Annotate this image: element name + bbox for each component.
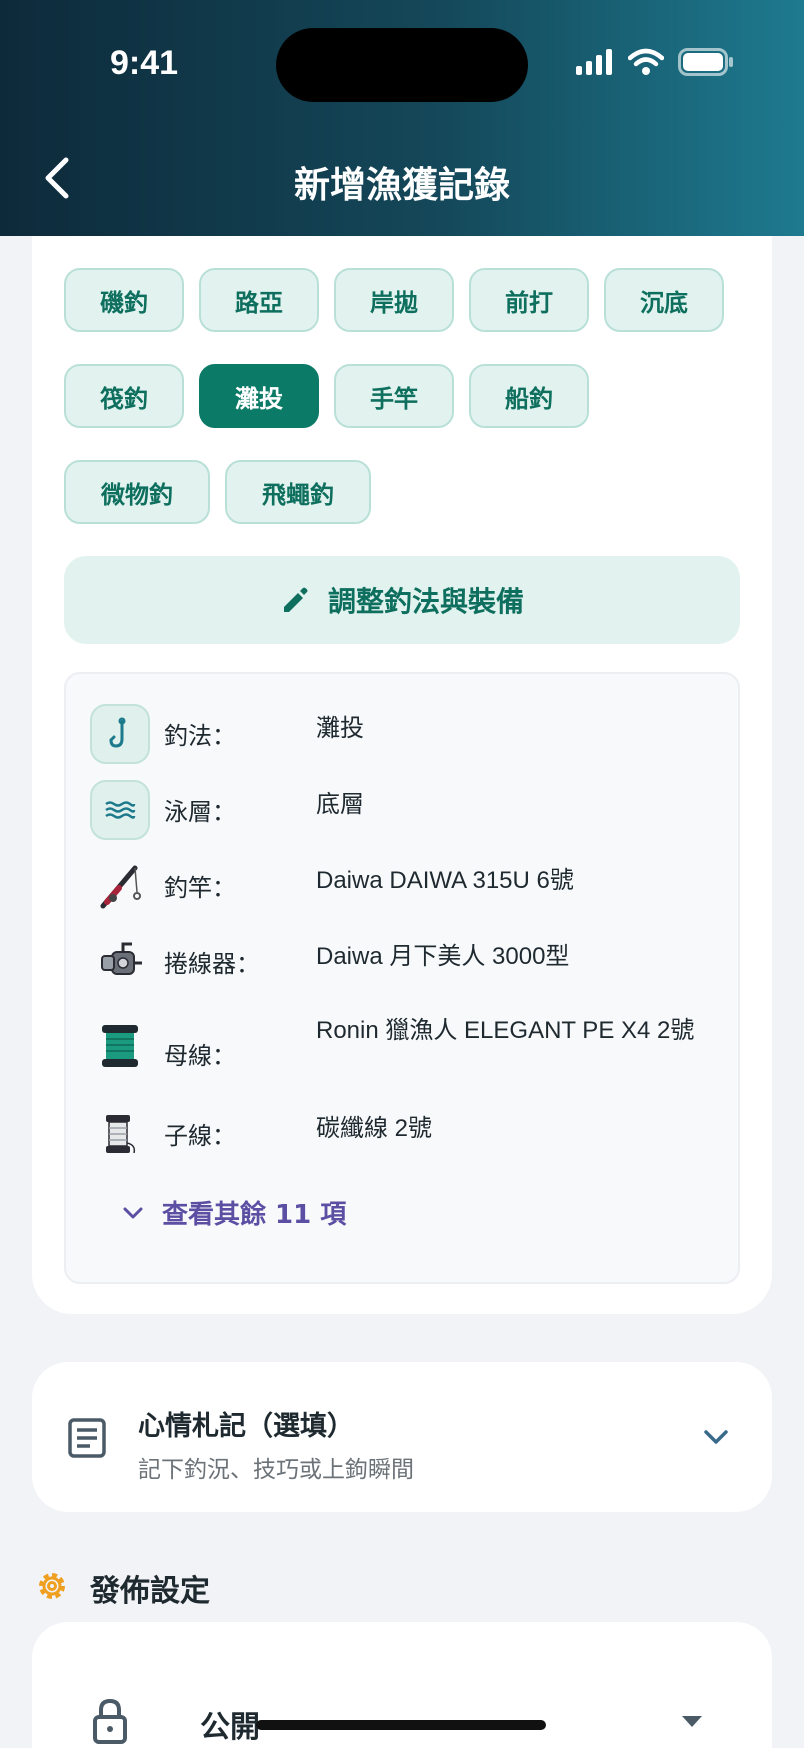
gear-row-leader: 子線： 碳纖線 2號	[66, 1104, 742, 1164]
main-line-spool-icon	[90, 1016, 150, 1076]
gear-label-reel: 捲線器：	[164, 950, 260, 978]
method-chip-micro[interactable]: 微物釣	[64, 460, 210, 524]
visibility-value: 公開	[200, 1710, 260, 1745]
gear-row-reel: 捲線器： Daiwa 月下美人 3000型	[66, 932, 742, 992]
gear-label-main-line: 母線：	[164, 1042, 236, 1070]
gear-value-main-line: Ronin 獵漁人 ELEGANT PE X4 2號	[316, 1017, 695, 1044]
pencil-icon	[283, 587, 308, 612]
reel-icon	[90, 932, 150, 992]
gear-label-layer: 泳層：	[164, 798, 236, 826]
signal-icon	[576, 49, 612, 75]
leader-spool-icon	[90, 1104, 150, 1164]
dropdown-caret-icon[interactable]	[680, 1714, 704, 1728]
fishing-rod-icon	[90, 856, 150, 916]
dynamic-island	[276, 28, 528, 102]
gear-summary-panel: 釣法： 灘投 泳層： 底層 釣竿： Daiwa DAIWA 315U 6號 捲線…	[64, 672, 740, 1284]
status-icons	[576, 48, 734, 76]
method-chip-fly[interactable]: 飛蠅釣	[225, 460, 371, 524]
gear-row-main-line: 母線： Ronin 獵漁人 ELEGANT PE X4 2號	[66, 1008, 742, 1088]
gear-label-rod: 釣竿：	[164, 874, 236, 902]
gear-value-layer: 底層	[316, 791, 364, 818]
publish-section-title: 發佈設定	[90, 1574, 210, 1609]
status-time: 9:41	[110, 44, 179, 82]
lock-icon	[93, 1698, 127, 1744]
method-chip-bottom[interactable]: 沉底	[604, 268, 724, 332]
note-document-icon	[68, 1418, 106, 1458]
adjust-method-gear-button[interactable]: 調整釣法與裝備	[64, 556, 740, 644]
gear-row-rod: 釣竿： Daiwa DAIWA 315U 6號	[66, 856, 742, 916]
method-chip-lure[interactable]: 路亞	[199, 268, 319, 332]
gear-row-layer: 泳層： 底層	[66, 780, 742, 840]
battery-icon	[678, 48, 733, 76]
gear-value-rod: Daiwa DAIWA 315U 6號	[316, 867, 574, 894]
gear-settings-icon	[39, 1573, 65, 1599]
gear-value-reel: Daiwa 月下美人 3000型	[316, 943, 570, 970]
notes-title: 心情札記（選填）	[138, 1411, 354, 1442]
chevron-down-icon	[123, 1207, 143, 1218]
method-chip-hand-pole[interactable]: 手竿	[334, 364, 454, 428]
method-chip-iso[interactable]: 磯釣	[64, 268, 184, 332]
method-chip-maeuchi[interactable]: 前打	[469, 268, 589, 332]
gear-value-method: 灘投	[316, 715, 364, 742]
method-chip-boat[interactable]: 船釣	[469, 364, 589, 428]
method-chip-surf-cast[interactable]: 灘投	[199, 364, 319, 428]
gear-value-leader: 碳纖線 2號	[316, 1115, 433, 1142]
method-gear-card: 磯釣 路亞 岸拋 前打 沉底 筏釣 灘投 手竿 船釣 微物釣 飛蠅釣 調整釣法與…	[32, 236, 772, 1314]
gear-label-method: 釣法：	[164, 722, 236, 750]
page-title: 新增漁獲記錄	[293, 165, 510, 206]
gear-label-leader: 子線：	[164, 1122, 236, 1150]
show-more-button[interactable]: 查看其餘 11 項	[122, 1194, 346, 1231]
home-indicator	[256, 1720, 546, 1730]
gear-row-method: 釣法： 灘投	[66, 704, 742, 764]
notes-card[interactable]: 心情札記（選填） 記下釣況、技巧或上鉤瞬間	[32, 1362, 772, 1512]
app-header: 9:41 新增漁獲記錄	[0, 0, 804, 236]
method-chip-shore-cast[interactable]: 岸拋	[334, 268, 454, 332]
notes-subtitle: 記下釣況、技巧或上鉤瞬間	[138, 1457, 414, 1483]
hook-icon	[90, 704, 150, 764]
expand-chevron-icon[interactable]	[702, 1428, 730, 1446]
adjust-button-label: 調整釣法與裝備	[327, 585, 524, 618]
method-chip-raft[interactable]: 筏釣	[64, 364, 184, 428]
water-layer-icon	[90, 780, 150, 840]
show-more-label: 查看其餘 11 項	[162, 1200, 347, 1230]
wifi-icon	[628, 48, 664, 75]
